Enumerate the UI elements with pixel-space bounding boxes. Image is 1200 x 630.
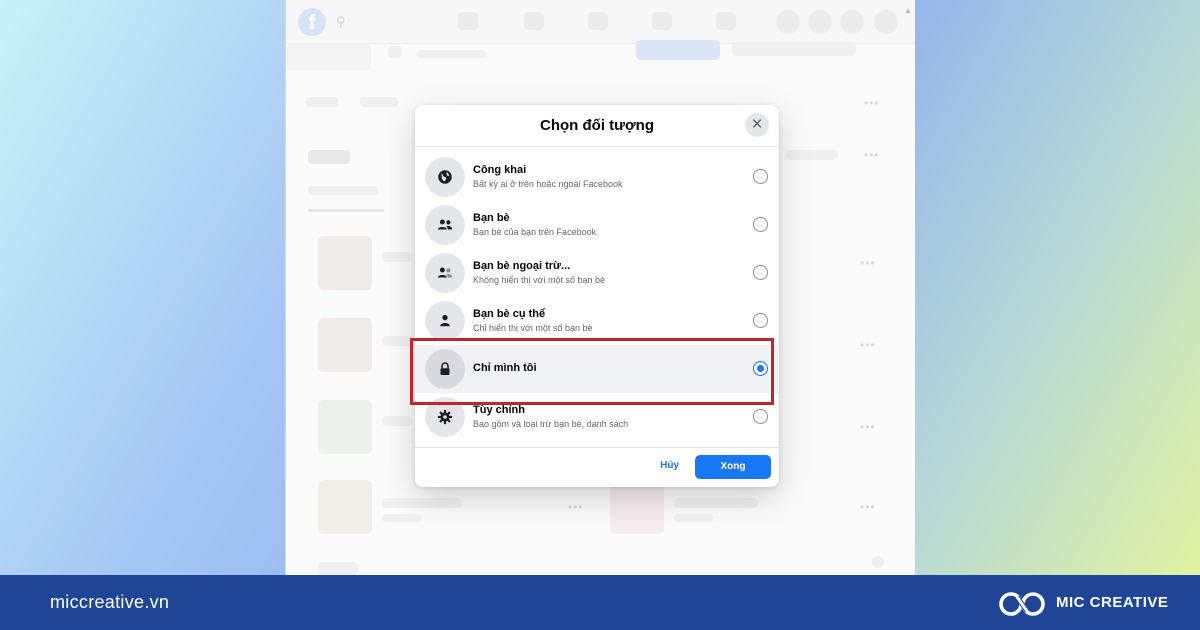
option-friends-except[interactable]: Bạn bè ngoại trừ... Không hiển thị với m… [415,249,779,297]
friends-except-icon [425,253,465,293]
audience-dialog: Chọn đối tượng × Công khai Bất kỳ ai ở t… [415,105,779,487]
groups-icon[interactable] [652,12,672,30]
menu-icon[interactable] [776,10,800,34]
active-tab-underline [308,209,384,212]
option-radio-selected[interactable] [753,361,768,376]
friends-count-placeholder [416,50,486,58]
friends-tab-all[interactable] [308,186,378,195]
friend-card-name[interactable] [674,498,758,508]
messenger-icon[interactable] [808,10,832,34]
friend-card-photo[interactable] [318,318,372,372]
friend-card-photo[interactable] [318,562,358,575]
lock-icon [425,349,465,389]
option-friends[interactable]: Bạn bè Bạn bè của bạn trên Facebook [415,201,779,249]
option-public[interactable]: Công khai Bất kỳ ai ở trên hoặc ngoài Fa… [415,153,779,201]
friend-card-more-icon[interactable]: ••• [860,256,876,270]
friend-card-name[interactable] [382,498,462,508]
friend-card-name[interactable] [382,252,412,262]
dialog-footer: Hủy Xong [415,447,779,487]
cancel-button[interactable]: Hủy [660,460,679,471]
footer-banner: miccreative.vn MIC CREATIVE [0,575,1200,630]
home-icon[interactable] [458,12,478,30]
edit-profile-button[interactable] [732,42,856,56]
friend-card-more-icon[interactable]: ••• [860,338,876,352]
option-radio[interactable] [753,217,768,232]
close-button[interactable]: × [745,113,769,137]
site-url: miccreative.vn [50,592,170,612]
friend-card-more-icon[interactable]: ••• [860,420,876,434]
option-radio[interactable] [753,409,768,424]
option-specific-friends[interactable]: Bạn bè cụ thể Chỉ hiển thị với một số bạ… [415,297,779,345]
search-icon[interactable]: ⚲ [336,14,346,30]
option-custom[interactable]: Tùy chỉnh Bao gồm và loại trừ bạn bè, da… [415,393,779,441]
friends-section-title [308,150,350,164]
option-title: Bạn bè cụ thể [473,308,546,320]
friend-card-name[interactable] [382,336,412,346]
option-radio[interactable] [753,169,768,184]
option-subtitle: Bất kỳ ai ở trên hoặc ngoài Facebook [473,179,623,189]
avatar[interactable] [874,10,898,34]
tab-posts[interactable] [306,97,338,107]
option-radio[interactable] [753,265,768,280]
notifications-icon[interactable] [840,10,864,34]
brand-name: MIC CREATIVE [1056,594,1169,611]
friend-card-photo[interactable] [318,400,372,454]
option-title: Bạn bè [473,212,510,224]
done-button[interactable]: Xong [695,455,771,479]
option-subtitle: Bạn bè của bạn trên Facebook [473,227,597,237]
friend-card-photo[interactable] [610,480,664,534]
option-subtitle: Bao gồm và loại trừ bạn bè, danh sách [473,419,629,429]
facebook-logo-icon[interactable]: f [298,8,326,36]
profile-cover-fragment [286,44,371,70]
person-icon [425,301,465,341]
gaming-icon[interactable] [716,12,736,30]
dialog-title: Chọn đối tượng [540,117,654,134]
option-only-me[interactable]: Chỉ mình tôi [415,345,779,393]
brand-logo-icon [999,592,1045,616]
globe-icon [425,157,465,197]
watch-icon[interactable] [588,12,608,30]
friend-card-mutual [382,514,422,522]
option-title: Tùy chỉnh [473,404,525,416]
option-title: Bạn bè ngoại trừ... [473,260,571,272]
option-subtitle: Không hiển thị với một số bạn bè [473,275,605,285]
tab-about[interactable] [360,97,398,107]
more-tabs-icon[interactable]: ••• [864,96,880,110]
camera-icon [388,46,402,58]
scroll-top-icon[interactable] [872,556,884,568]
friend-card-mutual [674,514,714,522]
friend-card-more-icon[interactable]: ••• [568,500,584,514]
dialog-header: Chọn đối tượng × [415,105,779,147]
scroll-up-icon[interactable]: ▲ [904,6,912,15]
friend-card-more-icon[interactable]: ••• [860,500,876,514]
more-icon[interactable]: ••• [864,148,880,162]
option-title: Chỉ mình tôi [473,362,537,374]
find-friends-link[interactable] [786,150,838,160]
gear-icon [425,397,465,437]
friend-card-photo[interactable] [318,480,372,534]
friends-nav-icon[interactable] [524,12,544,30]
friends-icon [425,205,465,245]
close-icon: × [751,114,763,135]
option-radio[interactable] [753,313,768,328]
friend-card-name[interactable] [382,416,412,426]
friend-card-photo[interactable] [318,236,372,290]
facebook-top-bar: f ⚲ ▲ [286,0,915,44]
option-subtitle: Chỉ hiển thị với một số bạn bè [473,323,593,333]
add-story-button[interactable] [636,40,720,60]
option-title: Công khai [473,164,527,176]
